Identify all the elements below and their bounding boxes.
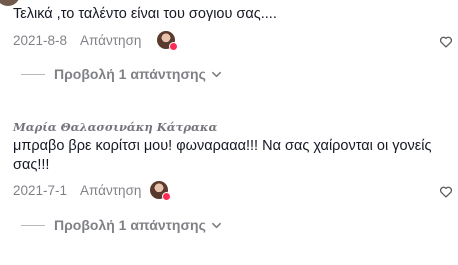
comment-date: 2021-8-8 xyxy=(13,32,68,48)
comment-text: Τελικά ,το ταλέντο είναι του σογιου σας.… xyxy=(13,6,277,22)
view-replies-button[interactable]: Προβολή 1 απάντησης xyxy=(21,216,222,234)
view-replies-label: Προβολή 1 απάντησης xyxy=(54,217,206,233)
view-replies-label: Προβολή 1 απάντησης xyxy=(54,66,206,82)
creator-liked-avatar xyxy=(157,31,178,51)
creator-badge-icon xyxy=(162,192,171,201)
chevron-down-icon xyxy=(211,222,221,228)
reply-button[interactable]: Απάντηση xyxy=(80,33,141,48)
chevron-down-icon xyxy=(211,71,221,77)
comment-text: μπραβο βρε κορίτσι μου! φωναρααα!!! Να σ… xyxy=(13,138,436,173)
creator-badge-icon xyxy=(169,42,178,51)
replies-divider xyxy=(21,73,45,75)
heart-outline-icon[interactable] xyxy=(439,35,453,49)
comment-meta: 2021-8-8 Απάντηση xyxy=(13,31,141,49)
comment-meta: 2021-7-1 Απάντηση xyxy=(13,181,141,199)
view-replies-button[interactable]: Προβολή 1 απάντησης xyxy=(21,65,222,83)
heart-outline-icon[interactable] xyxy=(439,185,453,199)
comment-username[interactable]: Μαρία Θαλασσινάκη Κάτρακα xyxy=(13,120,217,134)
replies-divider xyxy=(21,224,45,226)
creator-liked-avatar xyxy=(150,181,171,201)
reply-button[interactable]: Απάντηση xyxy=(80,183,141,198)
comment-date: 2021-7-1 xyxy=(13,182,68,198)
